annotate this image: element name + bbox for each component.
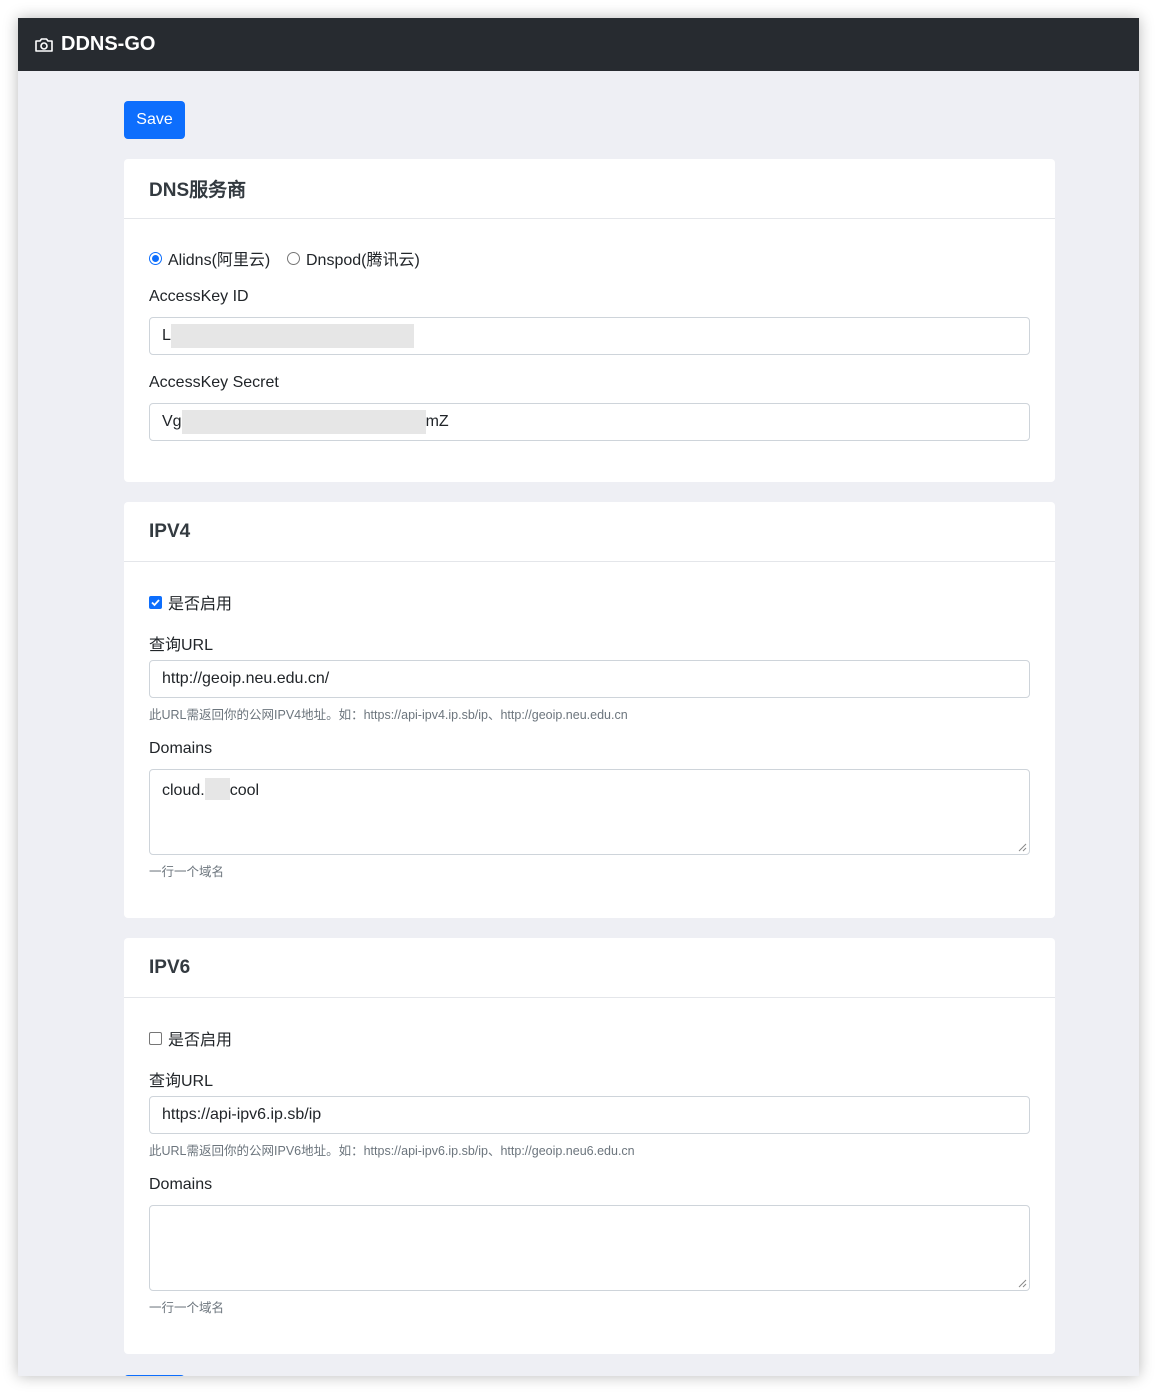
ipv4-domains-label: Domains xyxy=(149,740,213,757)
ipv4-url-help: 此URL需返回你的公网IPV4地址。如：https://api-ipv4.ip.… xyxy=(149,708,628,722)
resize-grip-icon[interactable] xyxy=(1018,843,1027,852)
ipv4-url-input[interactable]: http://geoip.neu.edu.cn/ xyxy=(149,660,1030,698)
checkmark-icon xyxy=(151,598,160,606)
redacted-mask xyxy=(170,324,414,348)
ipv6-card: IPV6 是否启用 查询URL https://api-ipv6.ip.sb/i… xyxy=(124,938,1055,1354)
radio-alidns-label: Alidns(阿里云) xyxy=(168,252,271,269)
redacted-mask xyxy=(204,778,230,800)
ipv6-domains-label: Domains xyxy=(149,1176,213,1193)
access-key-secret-label: AccessKey Secret xyxy=(149,374,279,391)
ipv4-domains-textarea[interactable]: cloud. cool xyxy=(149,769,1030,855)
ipv4-enable-input[interactable] xyxy=(149,595,162,609)
ipv6-url-help: 此URL需返回你的公网IPV6地址。如：https://api-ipv6.ip.… xyxy=(149,1144,635,1158)
resize-grip-icon[interactable] xyxy=(1018,1279,1027,1288)
ipv4-card-header: IPV4 xyxy=(124,502,1055,562)
ipv4-url-label: 查询URL xyxy=(149,637,214,654)
dns-provider-card: DNS服务商 Alidns(阿里云) Dnspod(腾讯云) AccessKey… xyxy=(124,159,1055,482)
radio-dnspod-input[interactable] xyxy=(287,251,300,265)
save-button-bottom[interactable]: Save xyxy=(124,1375,185,1376)
access-key-secret-input[interactable]: Vg mZ xyxy=(149,403,1030,441)
dns-card-header: DNS服务商 xyxy=(124,159,1055,219)
camera-icon xyxy=(35,37,53,52)
ipv4-domains-help: 一行一个域名 xyxy=(149,865,225,879)
ipv6-domains-textarea[interactable] xyxy=(149,1205,1030,1291)
navbar: DDNS-GO xyxy=(18,18,1139,71)
radio-alidns-input[interactable] xyxy=(149,251,162,265)
ipv6-enable-checkbox[interactable]: 是否启用 xyxy=(149,1026,232,1050)
browser-window: DDNS-GO Save DNS服务商 Alidns(阿里云) Dnspod(腾… xyxy=(18,18,1139,1376)
save-button[interactable]: Save xyxy=(124,101,185,139)
ipv6-card-header: IPV6 xyxy=(124,938,1055,998)
access-key-id-label: AccessKey ID xyxy=(149,288,249,305)
radio-alidns[interactable]: Alidns(阿里云) xyxy=(149,246,270,270)
ipv6-url-label: 查询URL xyxy=(149,1073,214,1090)
brand[interactable]: DDNS-GO xyxy=(34,33,155,56)
redacted-mask xyxy=(181,410,426,434)
ipv4-enable-checkbox[interactable]: 是否启用 xyxy=(149,590,232,614)
access-key-id-input[interactable]: L xyxy=(149,317,1030,355)
ipv4-enable-label: 是否启用 xyxy=(168,596,233,613)
ipv6-domains-help: 一行一个域名 xyxy=(149,1301,225,1315)
ipv6-url-input[interactable]: https://api-ipv6.ip.sb/ip xyxy=(149,1096,1030,1134)
ipv6-enable-label: 是否启用 xyxy=(168,1032,233,1049)
ipv4-card: IPV4 是否启用 查询URL http://geoip.neu.edu.cn/… xyxy=(124,502,1055,918)
radio-dnspod[interactable]: Dnspod(腾讯云) xyxy=(287,246,420,270)
ipv6-enable-input[interactable] xyxy=(149,1031,162,1045)
radio-dnspod-label: Dnspod(腾讯云) xyxy=(306,252,420,269)
app-title: DDNS-GO xyxy=(61,33,156,55)
